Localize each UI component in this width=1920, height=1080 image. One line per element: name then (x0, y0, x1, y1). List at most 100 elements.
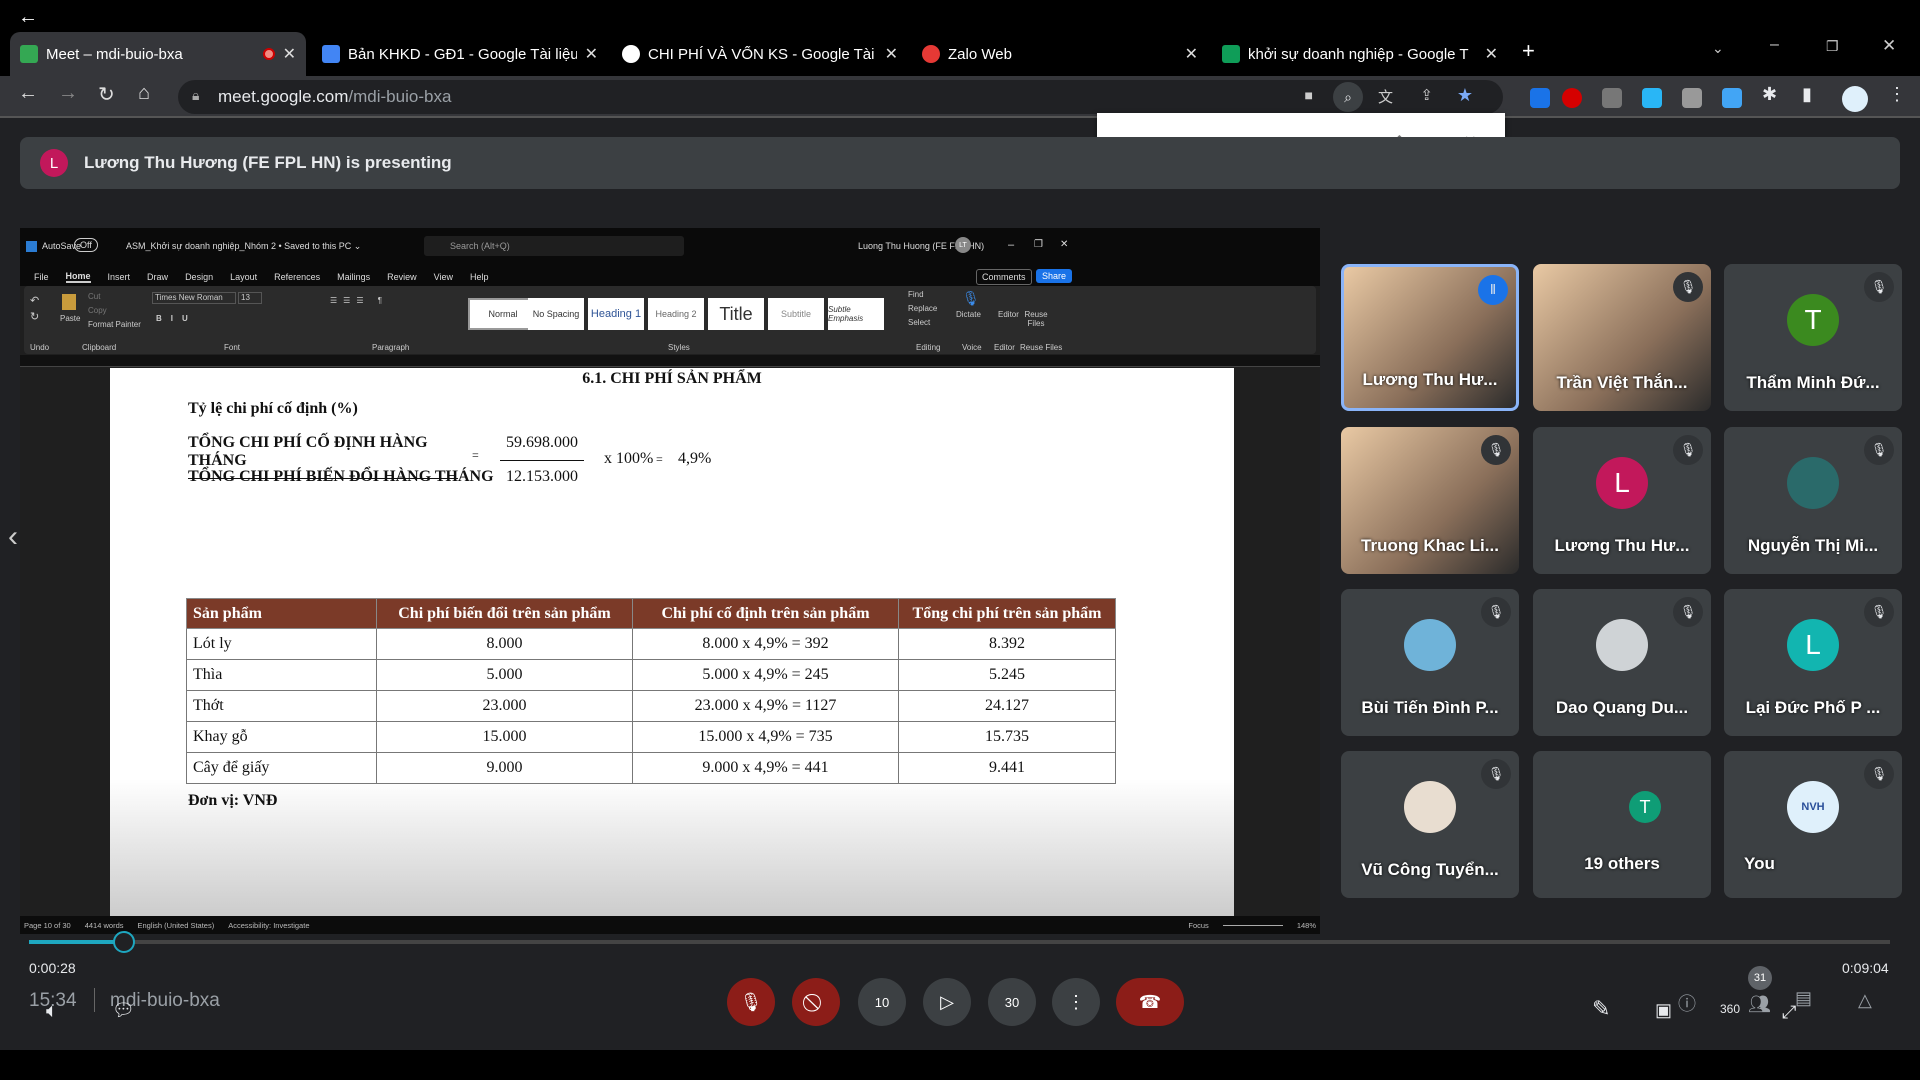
tab-file[interactable]: File (34, 272, 49, 282)
tab-search-icon[interactable]: ⌄ (1712, 40, 1724, 57)
minimize-button[interactable]: – (1770, 36, 1779, 54)
participant-tile[interactable]: ⦀ Lương Thu Hư... (1341, 264, 1519, 411)
new-tab-button[interactable]: + (1522, 38, 1535, 64)
mic-off-button[interactable]: 🎙︎ (727, 978, 775, 1026)
tab-docs-2[interactable]: CHI PHÍ VÀ VỐN KS - Google Tài ✕ (612, 32, 908, 76)
redo-icon[interactable]: ↻ (30, 310, 39, 323)
microphone-icon[interactable]: 🎙︎ (962, 290, 980, 307)
back-icon[interactable]: ← (18, 82, 38, 105)
undo-icon[interactable]: ↶ (30, 294, 39, 307)
vr-360-button[interactable]: 360 (1720, 1002, 1740, 1016)
participant-tile[interactable]: 🎙︎ Truong Khac Li... (1341, 427, 1519, 574)
restore-icon[interactable]: ❐ (1034, 239, 1043, 250)
extension-icon[interactable] (1642, 88, 1662, 108)
bookmark-star-icon[interactable]: ★ (1457, 85, 1473, 106)
tab-insert[interactable]: Insert (108, 272, 131, 282)
participant-tile[interactable]: 🎙︎ Nguyễn Thị Mi... (1724, 427, 1902, 574)
participant-tile[interactable]: NVH 🎙︎ You (1724, 751, 1902, 898)
download-icon[interactable] (1722, 88, 1742, 108)
word-user-avatar[interactable]: LT (955, 237, 971, 253)
font-size-select[interactable]: 13 (238, 292, 262, 304)
tab-references[interactable]: References (274, 272, 320, 282)
subtitles-icon[interactable]: 💬︎ (112, 1000, 135, 1021)
pencil-icon[interactable]: ✎ (1592, 996, 1610, 1022)
style-heading-1[interactable]: Heading 1 (588, 298, 644, 330)
forward-icon[interactable]: → (58, 82, 78, 105)
present-button[interactable]: 30 (988, 978, 1036, 1026)
style-subtitle[interactable]: Subtitle (768, 298, 824, 330)
document-page[interactable]: 6.1. CHI PHÍ SẢN PHẨM Tỷ lệ chi phí cố đ… (110, 368, 1234, 916)
address-bar[interactable]: 🔒︎ meet.google.com/mdi-buio-bxa ★ ⇪ 文 ⌕ … (178, 80, 1503, 114)
style-title[interactable]: Title (708, 298, 764, 330)
paste-icon[interactable] (62, 294, 76, 310)
tab-zalo[interactable]: Zalo Web ✕ (912, 32, 1208, 76)
share-button[interactable]: Share (1036, 269, 1073, 283)
info-icon[interactable]: ⓘ (1678, 990, 1696, 1016)
paste-button[interactable]: Paste (60, 314, 80, 323)
page-count[interactable]: Page 10 of 30 (24, 921, 71, 930)
activities-icon[interactable]: △ (1858, 990, 1872, 1011)
tab-view[interactable]: View (434, 272, 453, 282)
comments-button[interactable]: Comments (976, 269, 1032, 285)
close-tab-icon[interactable]: ✕ (885, 44, 898, 64)
tab-help[interactable]: Help (470, 272, 489, 282)
participant-tile[interactable]: 🎙︎ Vũ Công Tuyển... (1341, 751, 1519, 898)
participant-tile[interactable]: L 🎙︎ Lại Đức Phố P ... (1724, 589, 1902, 736)
cut-button[interactable]: Cut (88, 292, 100, 301)
editor-button[interactable]: Editor (998, 310, 1019, 319)
chat-icon[interactable]: ▤ (1795, 988, 1812, 1009)
close-tab-icon[interactable]: ✕ (283, 44, 296, 64)
word-search-box[interactable]: Search (Alt+Q) (424, 236, 684, 256)
tab-mailings[interactable]: Mailings (337, 272, 370, 282)
home-icon[interactable]: ⌂ (138, 82, 150, 105)
close-tab-icon[interactable]: ✕ (1485, 44, 1498, 64)
tab-sheets[interactable]: khởi sự doanh nghiệp - Google T ✕ (1212, 32, 1508, 76)
close-tab-icon[interactable]: ✕ (585, 44, 598, 64)
tab-draw[interactable]: Draw (147, 272, 168, 282)
share-icon[interactable]: ⇪ (1420, 86, 1433, 104)
extension-icon[interactable] (1562, 88, 1582, 108)
menu-icon[interactable]: ⋮ (1888, 84, 1906, 105)
copy-button[interactable]: Copy (88, 306, 107, 315)
style-subtle-emphasis[interactable]: Subtle Emphasis (828, 298, 884, 330)
reload-icon[interactable]: ↻ (98, 82, 115, 107)
close-window-button[interactable]: ✕ (1882, 36, 1896, 56)
camera-off-button[interactable]: ⃠ (792, 978, 840, 1026)
style-heading-2[interactable]: Heading 2 (648, 298, 704, 330)
playback-knob[interactable] (112, 931, 135, 953)
language-status[interactable]: English (United States) (138, 921, 215, 930)
tab-review[interactable]: Review (387, 272, 417, 282)
participant-tile[interactable]: 🎙︎ Dao Quang Du... (1533, 589, 1711, 736)
document-title[interactable]: ASM_Khởi sự doanh nghiệp_Nhóm 2 • Saved … (126, 241, 361, 252)
sidepanel-icon[interactable]: ▮ (1802, 84, 1812, 105)
volume-icon[interactable]: 🔈︎ (46, 1000, 58, 1023)
zoom-slider[interactable] (1222, 924, 1283, 926)
more-options-button[interactable]: ⋮ (1052, 978, 1100, 1026)
reuse-files-button[interactable]: Reuse Files (1024, 310, 1048, 328)
font-format-buttons[interactable]: BIU (156, 314, 197, 323)
paragraph-buttons[interactable]: ☰☰☰ ¶ (330, 296, 388, 305)
word-count[interactable]: 4414 words (85, 921, 124, 930)
focus-button[interactable]: Focus (1188, 921, 1208, 930)
restore-button[interactable]: ❐ (1826, 38, 1839, 55)
playback-scrubber[interactable] (29, 931, 1890, 953)
accessibility-status[interactable]: Accessibility: Investigate (228, 921, 309, 930)
format-painter-button[interactable]: Format Painter (88, 320, 141, 329)
people-icon[interactable]: 👥︎ (1748, 994, 1771, 1015)
tab-docs-1[interactable]: Bản KHKD - GĐ1 - Google Tài liệu ✕ (312, 32, 608, 76)
close-tab-icon[interactable]: ✕ (1185, 44, 1198, 64)
style-no-spacing[interactable]: No Spacing (528, 298, 584, 330)
participant-tile[interactable]: 🎙︎ Trần Việt Thắn... (1533, 264, 1711, 411)
captions-button[interactable]: 10 (858, 978, 906, 1026)
participant-tile[interactable]: T 19 others (1533, 751, 1711, 898)
leave-call-button[interactable]: ☎︎ (1116, 978, 1184, 1026)
tab-meet[interactable]: Meet – mdi-buio-bxa ✕ (10, 32, 306, 76)
find-button[interactable]: Find (908, 290, 924, 299)
zoom-level[interactable]: 148% (1297, 921, 1320, 930)
previous-page-icon[interactable]: ‹ (8, 520, 18, 554)
extension-icon[interactable] (1682, 88, 1702, 108)
extension-icon[interactable] (1530, 88, 1550, 108)
find-icon[interactable]: ⌕ (1333, 82, 1363, 112)
pip-icon[interactable]: ▣ (1655, 1000, 1672, 1021)
tab-home[interactable]: Home (65, 271, 91, 283)
